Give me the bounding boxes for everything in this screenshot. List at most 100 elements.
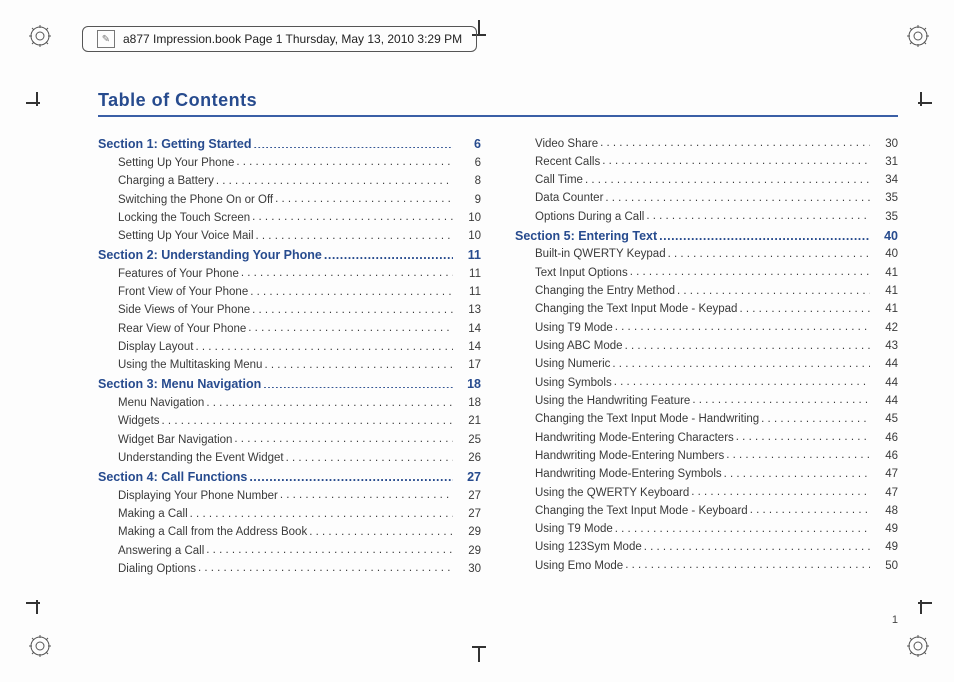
leader-dots	[286, 450, 453, 462]
toc-entry-label: Side Views of Your Phone	[118, 302, 250, 320]
leader-dots	[625, 338, 870, 350]
toc-entry-label: Dialing Options	[118, 561, 196, 579]
toc-entry-label: Handwriting Mode-Entering Characters	[535, 430, 734, 448]
toc-section-row: Section 3: Menu Navigation 18	[98, 375, 481, 394]
toc-page-number: 26	[455, 450, 481, 468]
leader-dots	[252, 302, 453, 314]
gear-icon	[906, 24, 930, 48]
toc-section-row: Section 1: Getting Started6	[98, 135, 481, 154]
toc-page-number: 49	[872, 539, 898, 557]
toc-section-label: Section 2: Understanding Your Phone	[98, 246, 322, 265]
toc-entry-label: Features of Your Phone	[118, 266, 239, 284]
toc-entry-row: Dialing Options30	[98, 560, 481, 578]
toc-entry-label: Answering a Call	[118, 543, 204, 561]
toc-entry-label: Recent Calls	[535, 154, 600, 172]
page-header-bar: ✎ a877 Impression.book Page 1 Thursday, …	[82, 26, 477, 52]
toc-page-number: 11	[455, 284, 481, 302]
toc-page-number: 13	[455, 302, 481, 320]
toc-entry-row: Rear View of Your Phone14	[98, 320, 481, 338]
leader-dots	[275, 191, 453, 203]
leader-dots	[615, 521, 870, 533]
toc-page-number: 40	[872, 227, 898, 246]
leader-dots	[234, 431, 453, 443]
toc-page-number: 35	[872, 190, 898, 208]
toc-entry-label: Display Layout	[118, 339, 193, 357]
toc-entry-row: Using 123Sym Mode 49	[515, 539, 898, 557]
toc-entry-label: Using the Handwriting Feature	[535, 393, 690, 411]
toc-entry-row: Display Layout14	[98, 339, 481, 357]
toc-page-number: 41	[872, 265, 898, 283]
toc-entry-row: Setting Up Your Phone6	[98, 154, 481, 172]
toc-page-number: 30	[872, 136, 898, 154]
toc-entry-label: Changing the Entry Method	[535, 283, 675, 301]
toc-entry-row: Setting Up Your Voice Mail10	[98, 228, 481, 246]
leader-dots	[256, 228, 453, 240]
toc-page-number: 21	[455, 413, 481, 431]
toc-entry-label: Widgets	[118, 413, 160, 431]
toc-entry-row: Menu Navigation18	[98, 395, 481, 413]
leader-dots	[677, 283, 870, 295]
toc-page-number: 46	[872, 430, 898, 448]
toc-page-number: 27	[455, 488, 481, 506]
toc-entry-row: Using ABC Mode43	[515, 338, 898, 356]
toc-entry-label: Using Numeric	[535, 356, 610, 374]
leader-dots	[216, 173, 453, 185]
leader-dots	[724, 466, 870, 478]
toc-entry-row: Understanding the Event Widget26	[98, 450, 481, 468]
toc-entry-label: Options During a Call	[535, 209, 644, 227]
leader-dots	[252, 209, 453, 221]
toc-entry-label: Changing the Text Input Mode - Keyboard	[535, 503, 748, 521]
toc-entry-label: Built-in QWERTY Keypad	[535, 246, 666, 264]
toc-page-number: 17	[455, 357, 481, 375]
leader-dots	[761, 411, 870, 423]
toc-page-number: 42	[872, 320, 898, 338]
crop-mark-icon	[26, 92, 48, 114]
leader-dots	[250, 284, 453, 296]
leader-dots	[264, 357, 453, 369]
leader-dots	[190, 506, 453, 518]
toc-section-label: Section 4: Call Functions	[98, 468, 247, 487]
toc-entry-label: Displaying Your Phone Number	[118, 488, 278, 506]
toc-section-row: Section 4: Call Functions27	[98, 468, 481, 487]
toc-page-number: 46	[872, 448, 898, 466]
toc-entry-row: Changing the Text Input Mode - Keypad41	[515, 301, 898, 319]
header-text: a877 Impression.book Page 1 Thursday, Ma…	[123, 32, 462, 46]
toc-page-number: 18	[455, 375, 481, 394]
toc-entry-row: Charging a Battery8	[98, 173, 481, 191]
leader-dots	[614, 374, 870, 386]
toc-page-number: 27	[455, 506, 481, 524]
toc-entry-label: Using Emo Mode	[535, 558, 623, 576]
toc-column-left: Section 1: Getting Started6Setting Up Yo…	[98, 135, 481, 579]
toc-page-number: 47	[872, 485, 898, 503]
toc-entry-label: Video Share	[535, 136, 598, 154]
toc-page-number: 25	[455, 432, 481, 450]
footer-page-number: 1	[892, 614, 898, 626]
toc-section-label: Section 3: Menu Navigation	[98, 375, 261, 394]
leader-dots	[750, 502, 870, 514]
page-content: Table of Contents Section 1: Getting Sta…	[98, 90, 898, 622]
toc-entry-label: Using T9 Mode	[535, 521, 613, 539]
leader-dots	[602, 153, 870, 165]
toc-entry-row: Switching the Phone On or Off9	[98, 191, 481, 209]
toc-entry-row: Using the Handwriting Feature44	[515, 392, 898, 410]
toc-entry-label: Making a Call	[118, 506, 188, 524]
toc-page-number: 11	[455, 246, 481, 265]
leader-dots	[248, 320, 453, 332]
book-icon: ✎	[97, 30, 115, 48]
gear-icon	[906, 634, 930, 658]
crop-mark-icon	[910, 92, 932, 114]
toc-entry-label: Using ABC Mode	[535, 338, 623, 356]
leader-dots	[309, 524, 453, 536]
toc-entry-label: Call Time	[535, 172, 583, 190]
leader-dots	[691, 484, 870, 496]
toc-entry-label: Using 123Sym Mode	[535, 539, 642, 557]
toc-entry-label: Setting Up Your Phone	[118, 155, 234, 173]
toc-entry-label: Using T9 Mode	[535, 320, 613, 338]
leader-dots	[162, 413, 453, 425]
toc-page-number: 29	[455, 524, 481, 542]
toc-entry-label: Making a Call from the Address Book	[118, 524, 307, 542]
toc-page-number: 8	[455, 173, 481, 191]
toc-entry-row: Answering a Call29	[98, 542, 481, 560]
toc-page-number: 18	[455, 395, 481, 413]
toc-entry-row: Locking the Touch Screen10	[98, 209, 481, 227]
